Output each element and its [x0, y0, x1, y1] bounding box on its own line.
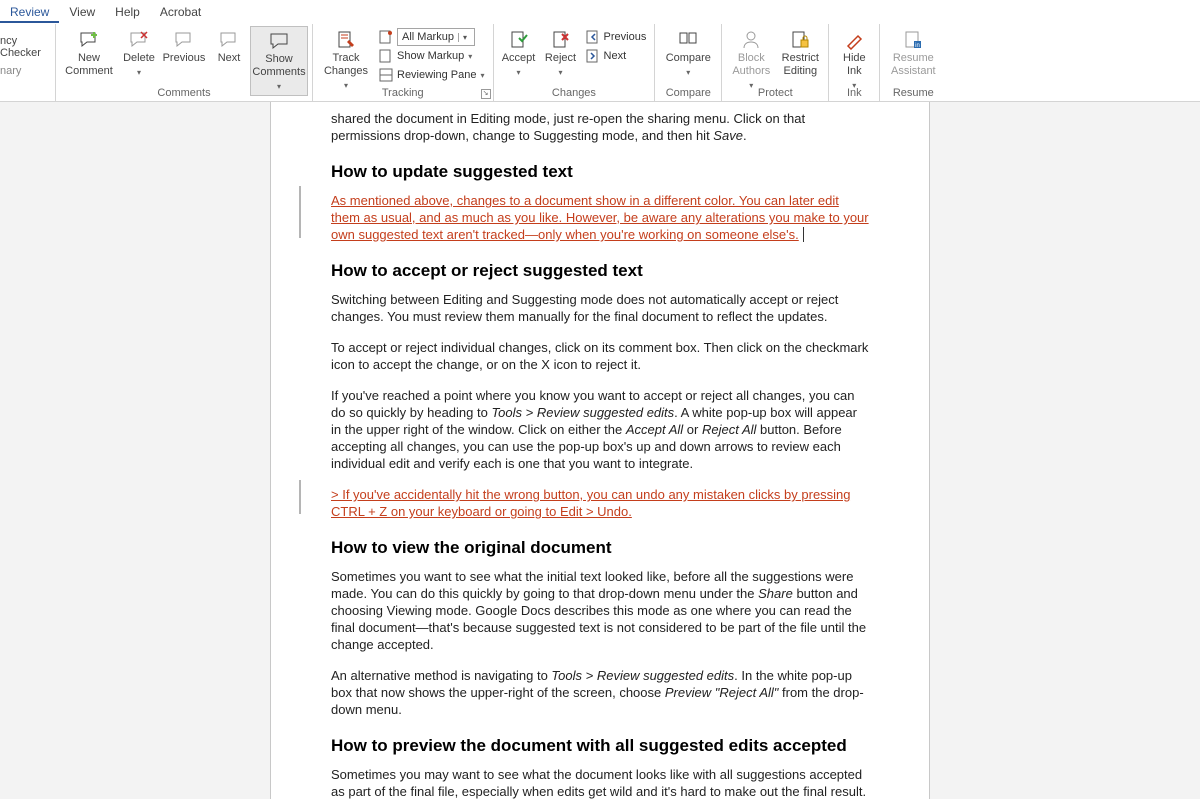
reject-button[interactable]: Reject ▾: [540, 26, 582, 81]
compare-icon: [678, 30, 698, 50]
ribbon-group-resume: in Resume Assistant Resume: [880, 24, 946, 101]
block-authors-icon: [741, 30, 761, 50]
svg-text:in: in: [915, 43, 920, 49]
delete-comment-button[interactable]: Delete ▾: [118, 26, 160, 81]
body-paragraph: Sometimes you want to see what the initi…: [331, 568, 869, 653]
group-label-ink: Ink: [833, 86, 875, 100]
accept-icon: [509, 30, 529, 50]
accessibility-pane-label: nary: [0, 65, 21, 77]
chevron-down-icon: ▾: [458, 33, 467, 42]
menu-acrobat[interactable]: Acrobat: [150, 1, 211, 23]
document-area: shared the document in Editing mode, jus…: [0, 102, 1200, 799]
previous-comment-icon: [174, 30, 194, 50]
next-change-icon: [586, 49, 600, 63]
caret-icon: ▾: [468, 52, 472, 61]
change-bar: [299, 480, 301, 514]
restrict-editing-icon: [790, 30, 810, 50]
heading-accept: How to accept or reject suggested text: [331, 261, 869, 281]
show-markup-icon: [379, 49, 393, 63]
resume-assistant-icon: in: [903, 30, 923, 50]
show-comments-icon: [269, 31, 289, 51]
ribbon: ncy Checker nary New Comment Delete ▾: [0, 24, 1200, 102]
body-paragraph-tracked: As mentioned above, changes to a documen…: [331, 192, 869, 243]
show-markup-button[interactable]: Show Markup ▾: [377, 47, 487, 65]
reviewing-pane-button[interactable]: Reviewing Pane ▾: [377, 66, 487, 84]
body-paragraph: An alternative method is navigating to T…: [331, 667, 869, 718]
accessibility-checker-label: ncy Checker: [0, 35, 51, 59]
body-paragraph: To accept or reject individual changes, …: [331, 339, 869, 373]
markup-mode-combo[interactable]: All Markup ▾: [397, 28, 475, 46]
document-page[interactable]: shared the document in Editing mode, jus…: [270, 102, 930, 799]
body-paragraph: If you've reached a point where you know…: [331, 387, 869, 472]
group-label-compare: Compare: [659, 86, 717, 100]
group-label-protect: Protect: [726, 86, 824, 100]
ribbon-group-tracking: Track Changes ▾ All Markup ▾: [313, 24, 494, 101]
restrict-editing-button[interactable]: Restrict Editing: [776, 26, 824, 80]
next-comment-button[interactable]: Next: [208, 26, 250, 67]
caret-icon: ▾: [481, 71, 485, 80]
menu-view[interactable]: View: [59, 1, 105, 23]
previous-change-icon: [586, 30, 600, 44]
next-comment-icon: [219, 30, 239, 50]
menu-review[interactable]: Review: [0, 1, 59, 23]
group-label-comments: Comments: [60, 86, 308, 100]
ribbon-group-accessibility: ncy Checker nary: [0, 24, 56, 101]
group-label-tracking: Tracking: [317, 86, 489, 100]
heading-view: How to view the original document: [331, 538, 869, 558]
caret-icon: ▾: [137, 66, 141, 79]
heading-preview: How to preview the document with all sug…: [331, 736, 869, 756]
new-comment-icon: [79, 30, 99, 50]
compare-button[interactable]: Compare ▾: [659, 26, 717, 81]
previous-comment-button[interactable]: Previous: [160, 26, 208, 67]
group-label-accessibility: [0, 86, 51, 100]
reviewing-pane-icon: [379, 68, 393, 82]
block-authors-button[interactable]: Block Authors ▾: [726, 26, 776, 94]
body-paragraph-tracked: > If you've accidentally hit the wrong b…: [331, 486, 869, 520]
group-label-resume: Resume: [884, 86, 942, 100]
ribbon-group-comments: New Comment Delete ▾ Previous Next: [56, 24, 313, 101]
markup-mode-row: All Markup ▾: [377, 28, 487, 46]
new-comment-button[interactable]: New Comment: [60, 26, 118, 80]
track-changes-button[interactable]: Track Changes ▾: [317, 26, 375, 94]
markup-mode-icon: [379, 30, 393, 44]
previous-change-button[interactable]: Previous: [584, 28, 649, 46]
menu-bar: Review View Help Acrobat: [0, 0, 1200, 24]
delete-comment-icon: [129, 30, 149, 50]
hide-ink-button[interactable]: Hide Ink ▾: [833, 26, 875, 94]
accept-button[interactable]: Accept ▾: [498, 26, 540, 81]
reject-icon: [551, 30, 571, 50]
body-paragraph: shared the document in Editing mode, jus…: [331, 110, 869, 144]
body-paragraph: Switching between Editing and Suggesting…: [331, 291, 869, 325]
ribbon-group-compare: Compare ▾ Compare: [655, 24, 722, 101]
menu-help[interactable]: Help: [105, 1, 150, 23]
next-change-button[interactable]: Next: [584, 47, 649, 65]
resume-assistant-button[interactable]: in Resume Assistant: [884, 26, 942, 80]
caret-icon: ▾: [686, 66, 690, 79]
heading-update: How to update suggested text: [331, 162, 869, 182]
tracking-dialog-launcher[interactable]: ↘: [481, 89, 491, 99]
ribbon-group-ink: Hide Ink ▾ Ink: [829, 24, 880, 101]
text-cursor: [800, 227, 805, 242]
body-paragraph: Sometimes you may want to see what the d…: [331, 766, 869, 799]
caret-icon: ▾: [559, 66, 563, 79]
group-label-changes: Changes: [498, 86, 651, 100]
change-bar: [299, 186, 301, 238]
caret-icon: ▾: [517, 66, 521, 79]
ribbon-group-changes: Accept ▾ Reject ▾ Previous: [494, 24, 656, 101]
track-changes-icon: [336, 30, 356, 50]
ribbon-group-protect: Block Authors ▾ Restrict Editing Protect: [722, 24, 829, 101]
hide-ink-icon: [844, 30, 864, 50]
